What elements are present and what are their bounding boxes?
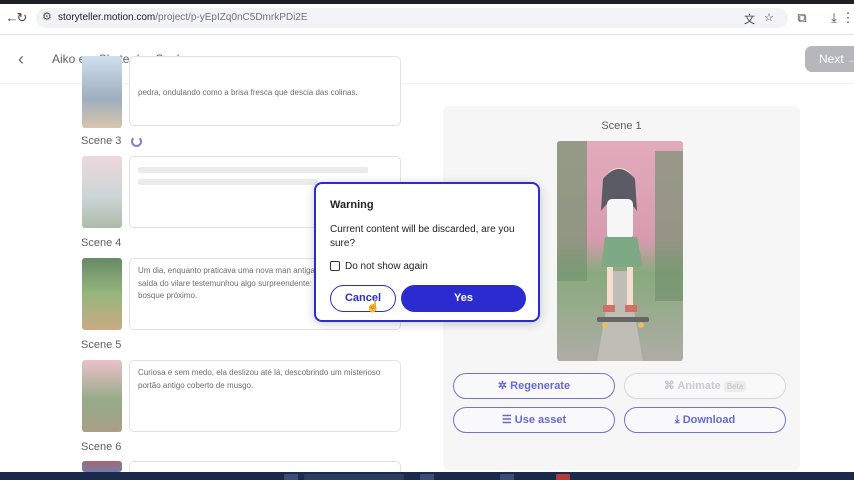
mouse-pointer-icon: ☝ bbox=[366, 301, 380, 313]
browser-tab-strip bbox=[0, 0, 854, 4]
taskbar-icon[interactable] bbox=[284, 474, 298, 480]
taskbar-icon[interactable] bbox=[556, 474, 570, 480]
warning-dialog: Warning Current content will be discarde… bbox=[314, 182, 540, 322]
url-text: storyteller.motion.com/project/p-yEpIZq0… bbox=[58, 12, 308, 23]
dialog-title: Warning bbox=[330, 199, 374, 211]
yes-button[interactable]: Yes bbox=[401, 285, 526, 312]
menu-icon[interactable]: ⋮ bbox=[840, 10, 854, 26]
cancel-button[interactable]: Cancel bbox=[330, 285, 396, 312]
dialog-message: Current content will be discarded, are y… bbox=[330, 224, 515, 249]
address-bar[interactable]: ⚙ storyteller.motion.com/project/p-yEpIZ… bbox=[36, 8, 788, 28]
bookmark-star-icon[interactable]: ☆ bbox=[764, 11, 774, 24]
extensions-icon[interactable]: ⧉ bbox=[794, 10, 810, 26]
taskbar-icon[interactable] bbox=[420, 474, 434, 480]
taskbar-icon[interactable] bbox=[500, 474, 514, 480]
reload-icon[interactable]: ↻ bbox=[14, 10, 30, 26]
do-not-show-checkbox[interactable] bbox=[330, 261, 340, 271]
do-not-show-label[interactable]: Do not show again bbox=[345, 261, 428, 272]
browser-toolbar: ← ↻ ⚙ storyteller.motion.com/project/p-y… bbox=[0, 0, 854, 35]
taskbar-search[interactable] bbox=[304, 474, 404, 480]
translate-icon[interactable]: 文 bbox=[744, 11, 755, 27]
os-taskbar bbox=[0, 472, 854, 480]
site-info-icon[interactable]: ⚙ bbox=[42, 10, 52, 23]
